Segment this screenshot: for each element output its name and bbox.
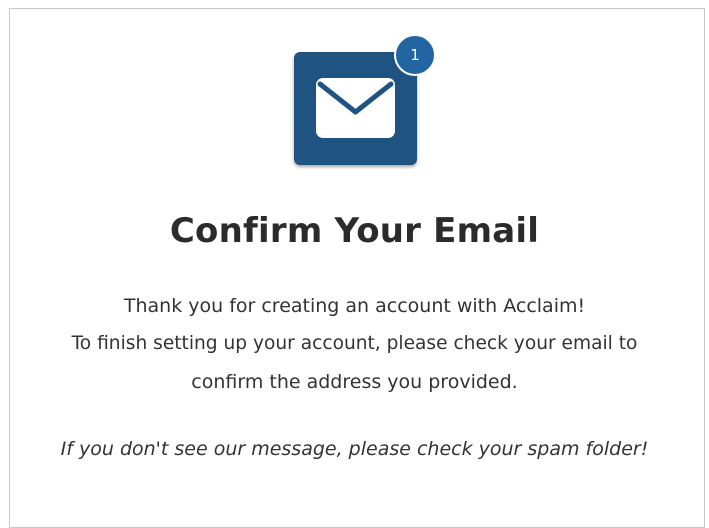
envelope-icon	[316, 78, 395, 138]
spam-folder-note: If you don't see our message, please che…	[60, 438, 649, 460]
message-line-2: To finish setting up your account, pleas…	[71, 333, 638, 354]
notification-badge: 1	[394, 34, 436, 76]
message-line-3: confirm the address you provided.	[191, 371, 518, 393]
message-line-1: Thank you for creating an account with A…	[123, 295, 586, 317]
page-title: Confirm Your Email	[169, 211, 540, 251]
